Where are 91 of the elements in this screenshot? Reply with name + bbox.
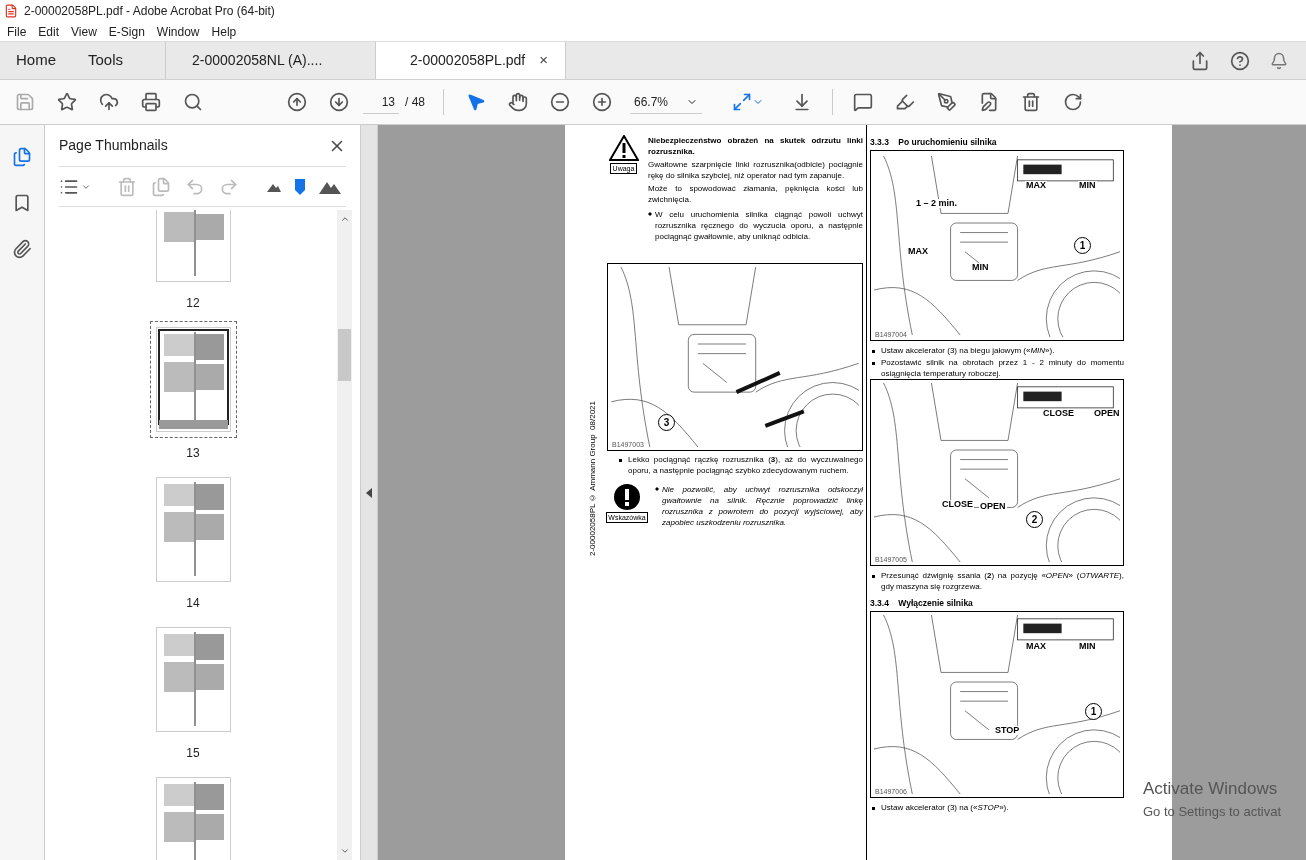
notice-text: Nie pozwolić, aby uchwyt rozrusznika odskoczył gwałtownie na silnik. Ręcznie poprowadzić linkę rozrusznika z powrotem do pozycji wyjściowej, aby zapobiec uszkodzeniu rozrusznika. — [662, 484, 863, 528]
section-heading: 3.3.4 Wyłączenie silnika — [870, 598, 974, 609]
side-note: 2-00002058PL © Ammann Group 08/2021 — [587, 401, 598, 557]
pen-icon[interactable] — [937, 92, 957, 112]
scrollbar[interactable] — [337, 210, 352, 860]
printer-icon[interactable] — [141, 92, 161, 112]
page-thumbnail[interactable] — [149, 321, 237, 438]
figure-label: CLOSE — [941, 500, 974, 509]
help-icon[interactable] — [1230, 50, 1250, 71]
hand-icon[interactable] — [508, 92, 528, 112]
step-text: Pozostawić silnik na obrotach przez 1 - 2 minuty do momentu osiągnięcia temperatury roboczej. — [881, 357, 1124, 379]
step-text: Lekko pociągnąć rączkę rozrusznika (3), aż do wyczuwalnego oporu, a następnie pociągnąć szybko zdecydowanym ruchem. — [628, 454, 863, 476]
zoom-out-icon[interactable] — [550, 92, 570, 112]
warning-bullet: W celu uruchomienia silnika ciągnąć powoli uchwyt rozrusznika ręcznego do wyczucia oporu, a następnie pociągnąć gwałtownie, aby uniknąć odbicia. — [655, 209, 863, 242]
bullet-icon — [655, 487, 659, 491]
figure-label: STOP — [994, 726, 1021, 735]
callout-number: 2 — [1026, 511, 1043, 528]
figure-label: MIN — [1078, 181, 1097, 190]
pdf-file-icon — [4, 4, 18, 18]
warning-title: Niebezpieczeństwo obrażeń na skutek odrzutu linki rozrusznika. — [648, 135, 863, 157]
figure-label: MIN — [1078, 642, 1097, 651]
cloud-upload-icon[interactable] — [99, 92, 119, 112]
search-icon[interactable] — [183, 92, 203, 112]
bullet-icon — [872, 807, 875, 810]
nav-tab[interactable]: Tools — [72, 42, 140, 79]
bookmark-icon[interactable] — [12, 193, 32, 213]
figure-label: MAX — [1025, 642, 1047, 651]
callout-number: 1 — [1074, 237, 1091, 254]
page-count: / 48 — [405, 94, 425, 111]
step-text: Ustaw akcelerator (3) na («STOP»). — [881, 802, 1009, 813]
menu-item[interactable]: File — [7, 22, 27, 41]
panel-title: Page Thumbnails — [59, 136, 168, 155]
section-heading: 3.3.3 Po uruchomieniu silnika — [870, 137, 998, 148]
scroll-mode-icon[interactable] — [792, 92, 812, 112]
bullet-icon — [872, 350, 875, 353]
highlighter-icon[interactable] — [895, 92, 915, 112]
page-number-field[interactable]: 13 — [363, 90, 399, 114]
page-number: 13 — [186, 445, 200, 462]
figure-label: MAX — [1025, 181, 1047, 190]
bullet-icon — [872, 575, 875, 578]
select-pointer-icon[interactable] — [466, 92, 486, 112]
tab-label: 2-00002058NL (A).... — [192, 51, 323, 70]
warning-text: Gwałtowne szarpnięcie linki rozrusznika(odbicie) pociągnie rękę do silnika szybciej, niż operator nad tym zapanuje. — [648, 159, 863, 181]
figure-label: OPEN — [1093, 409, 1121, 418]
fit-page-icon[interactable] — [732, 92, 752, 112]
marker-icon[interactable] — [295, 178, 305, 195]
bullet-icon — [648, 212, 652, 216]
callout-number: 3 — [658, 414, 675, 431]
document-tab[interactable]: 2-00002058PL.pdf × — [375, 42, 566, 79]
page-number: 15 — [186, 745, 200, 762]
callout-number: 1 — [1085, 703, 1102, 720]
close-tab-button[interactable]: × — [539, 49, 549, 72]
star-icon[interactable] — [57, 92, 77, 112]
warning-text: Może to spowodować złamania, pęknięcia kości lub zwichnięcia. — [648, 183, 863, 205]
edit-document-icon[interactable] — [979, 92, 999, 112]
rotate-icon[interactable] — [1063, 92, 1083, 112]
bullet-icon — [872, 362, 875, 365]
menu-item[interactable]: View — [71, 22, 97, 41]
figure-label: MAX — [907, 247, 929, 256]
zoom-in-icon[interactable] — [592, 92, 612, 112]
warning-triangle-icon — [608, 135, 639, 161]
zoom-dropdown[interactable]: 66.7% — [630, 90, 702, 114]
menu-item[interactable]: Window — [156, 22, 200, 41]
page-number: 14 — [186, 595, 200, 612]
share-icon[interactable] — [1190, 50, 1210, 71]
nav-tab[interactable]: Home — [0, 42, 72, 79]
scroll-down-icon[interactable] — [339, 846, 350, 856]
pages-icon[interactable] — [12, 147, 32, 167]
menu-item[interactable]: Help — [211, 22, 237, 41]
menu-item[interactable]: Edit — [38, 22, 60, 41]
figure-label: 1 – 2 min. — [915, 199, 959, 208]
figure-label: OPEN — [979, 502, 1007, 511]
menu-item[interactable]: E-Sign — [108, 22, 145, 41]
step-text: Przesunąć dźwignię ssania (2) na pozycję «OPEN» (OTWARTE), gdy maszyna się rozgrzewa. — [881, 570, 1124, 592]
tab-label: 2-00002058PL.pdf — [410, 51, 526, 70]
notice-icon — [614, 484, 640, 510]
trash-icon[interactable] — [1021, 92, 1041, 112]
figure-label: CLOSE — [1042, 409, 1075, 418]
paperclip-icon[interactable] — [12, 239, 32, 259]
window-title: 2-00002058PL.pdf - Adobe Acrobat Pro (64-bit) — [24, 3, 275, 20]
bullet-icon — [619, 459, 622, 462]
page-number: 12 — [186, 295, 200, 312]
figure-label: MIN — [971, 263, 990, 272]
bell-icon[interactable] — [1270, 51, 1288, 70]
scrollbar-thumb[interactable] — [338, 329, 351, 381]
comment-icon[interactable] — [853, 92, 873, 112]
next-page-icon[interactable] — [329, 92, 349, 112]
previous-page-icon[interactable] — [287, 92, 307, 112]
collapse-panel-icon[interactable] — [366, 487, 372, 498]
scroll-up-icon[interactable] — [339, 214, 350, 224]
step-text: Ustaw akcelerator (3) na biegu jałowym («MIN»). — [881, 345, 1055, 356]
